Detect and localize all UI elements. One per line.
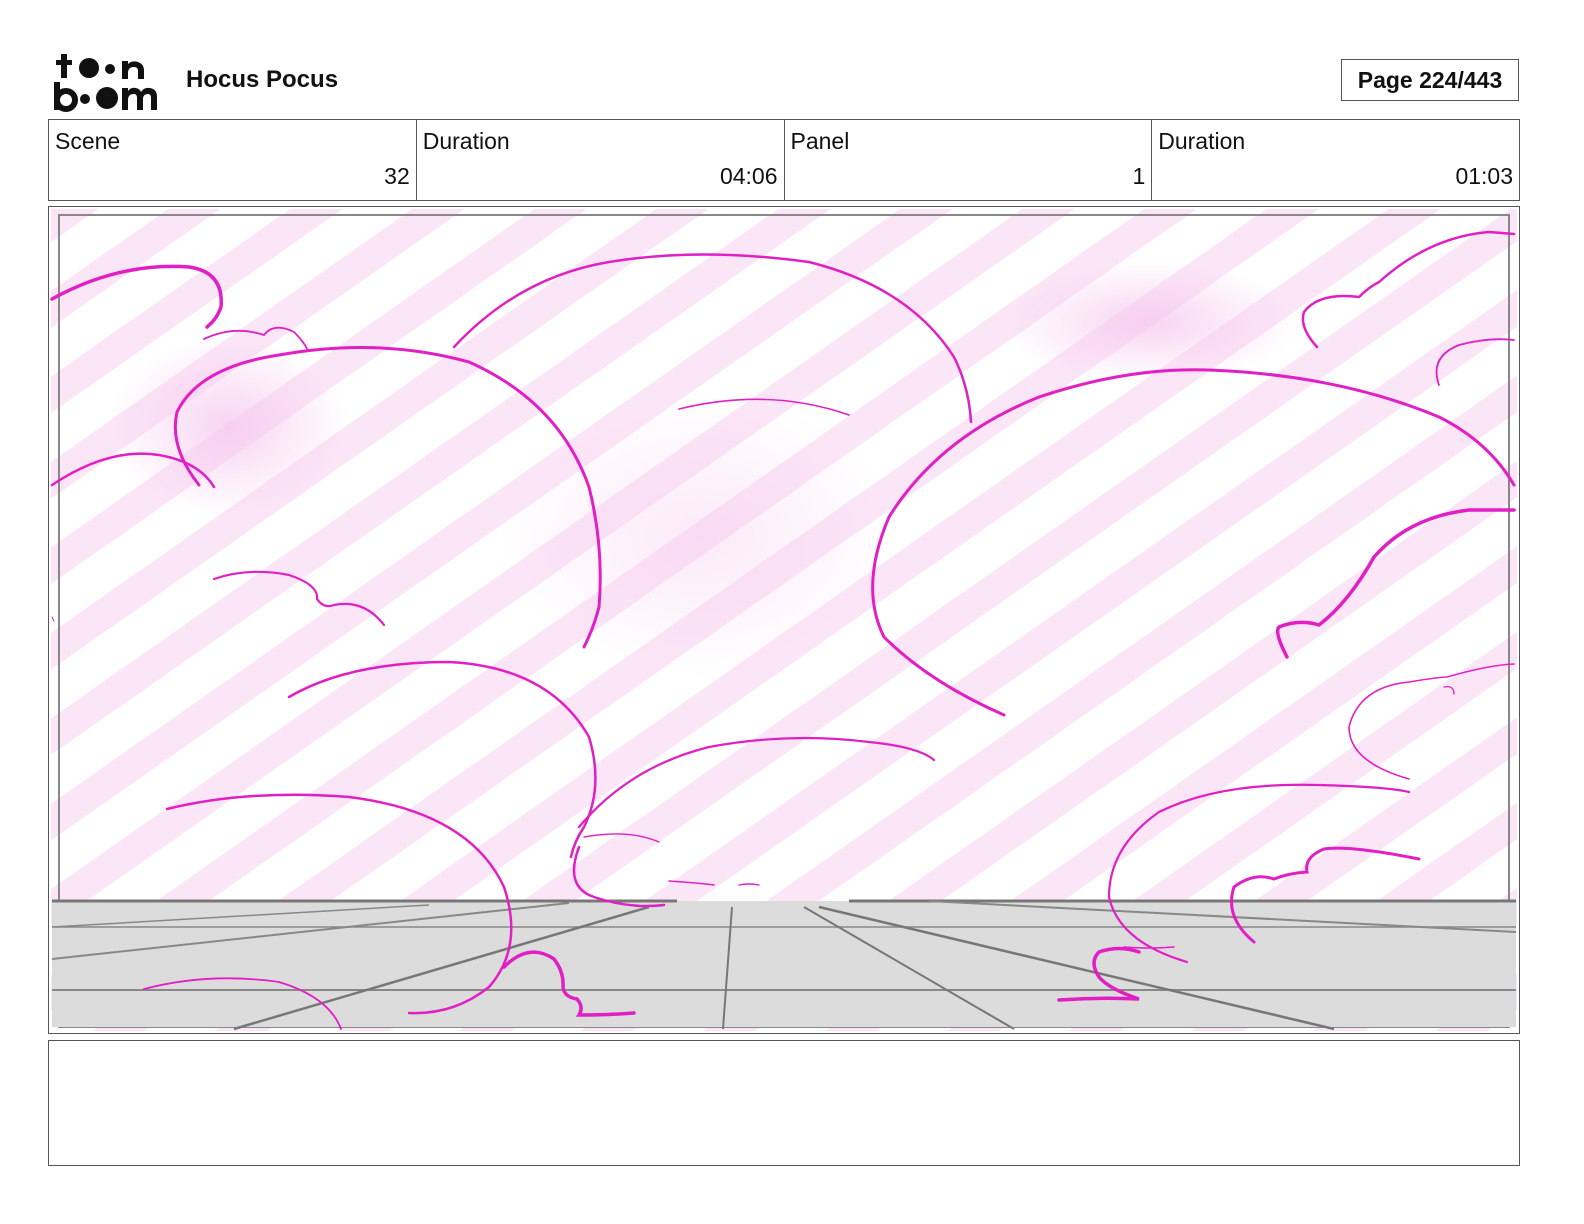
panel-duration-label: Duration bbox=[1158, 128, 1246, 154]
glow-right bbox=[999, 262, 1299, 382]
panel-notes bbox=[48, 1040, 1520, 1166]
page-counter: Page 224/443 bbox=[1341, 59, 1519, 101]
scene-value: 32 bbox=[384, 163, 410, 189]
panel-drawing bbox=[50, 209, 1517, 1031]
glow-left bbox=[109, 337, 349, 517]
glow-mid bbox=[499, 397, 899, 677]
scene-duration-cell: Duration 04:06 bbox=[417, 120, 785, 200]
scene-duration-label: Duration bbox=[422, 128, 510, 154]
project-title: Hocus Pocus bbox=[186, 66, 339, 93]
toonboom-logo bbox=[54, 54, 157, 112]
scene-info-table: Scene 32 Duration 04:06 Panel 1 Duration… bbox=[48, 119, 1520, 201]
panel-value: 1 bbox=[1132, 163, 1146, 189]
storyboard-panel bbox=[48, 206, 1520, 1034]
panel-duration-value: 01:03 bbox=[1455, 163, 1513, 189]
scene-duration-value: 04:06 bbox=[719, 163, 778, 189]
scene-label: Scene bbox=[55, 128, 121, 154]
panel-label: Panel bbox=[790, 128, 850, 154]
floor-grid bbox=[51, 899, 1517, 1031]
panel-cell: Panel 1 bbox=[785, 120, 1153, 200]
panel-duration-cell: Duration 01:03 bbox=[1152, 120, 1519, 200]
scene-cell: Scene 32 bbox=[49, 120, 417, 200]
